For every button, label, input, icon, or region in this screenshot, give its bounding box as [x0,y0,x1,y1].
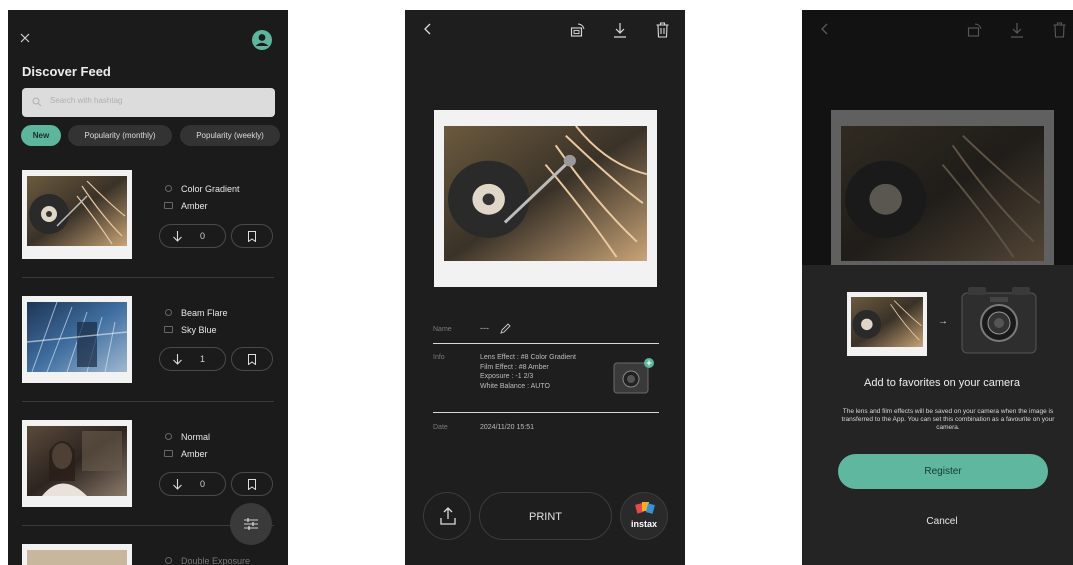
download-arrow-icon [173,479,182,490]
search-input[interactable]: Search with hashtag [22,88,275,117]
back-icon [820,23,828,35]
info-line-film: Film Effect : #8 Amber [480,363,549,371]
discover-feed-screen: Discover Feed Search with hashtag New Po… [8,10,288,565]
download-arrow-icon [173,354,182,365]
photo-thumbnail[interactable] [22,420,132,507]
favorite-sheet-screen: → Add to favorites on your camera The le… [802,10,1073,565]
lens-effect: Normal [181,432,211,442]
divider [22,277,274,278]
filter-popularity-monthly[interactable]: Popularity (monthly) [68,125,172,146]
film-icon [164,326,173,333]
profile-icon[interactable] [251,29,273,51]
bookmark-icon [248,479,256,490]
divider [433,412,659,413]
instax-button[interactable]: instax [620,492,668,540]
lens-icon [165,433,172,440]
name-value: --- [480,323,489,333]
download-button[interactable]: 0 [159,224,226,248]
photo-image [27,550,127,565]
trash-icon [1053,22,1066,38]
sliders-icon [243,516,259,532]
date-value: 2024/11/20 15:51 [480,424,534,431]
download-button[interactable]: 1 [159,347,226,371]
film-effect: Amber [181,449,208,459]
bottom-sheet: → Add to favorites on your camera The le… [802,265,1073,565]
photo-thumbnail[interactable] [22,296,132,383]
camera-illustration [960,285,1038,362]
divider [433,343,659,344]
info-line-white-balance: White Balance : AUTO [480,382,550,390]
info-label: Info [433,354,445,361]
film-effect: Amber [181,201,208,211]
arrow-indicator: → [938,316,948,327]
edit-pencil-icon[interactable] [500,323,511,334]
download-button[interactable]: 0 [159,472,226,496]
rotate-icon [967,22,983,38]
search-icon [32,97,42,107]
share-button[interactable] [423,492,471,540]
bookmark-button[interactable] [231,347,273,371]
film-effect: Sky Blue [181,325,217,335]
photo-image [851,297,923,348]
photo-image [27,176,127,246]
camera-favorite-button[interactable] [612,357,658,402]
close-icon[interactable] [20,33,30,43]
photo-image [444,126,647,261]
film-icon [164,202,173,209]
download-count: 0 [200,479,206,489]
share-icon [440,507,456,525]
photo-detail-screen: Name --- Info Lens Effect : #8 Color Gra… [405,10,685,565]
camera-icon [613,358,654,394]
cancel-button[interactable]: Cancel [802,516,1073,527]
filter-popularity-weekly[interactable]: Popularity (weekly) [180,125,280,146]
info-line-lens: Lens Effect : #8 Color Gradient [480,354,576,361]
photo-image [27,426,127,496]
back-icon[interactable] [423,23,431,35]
instax-label: instax [630,519,657,529]
name-label: Name [433,326,452,333]
bookmark-button[interactable] [231,224,273,248]
download-icon[interactable] [613,22,627,38]
photo-image [27,302,127,372]
download-count: 0 [200,231,206,241]
download-icon [1010,22,1024,38]
lens-icon [165,185,172,192]
info-details: Lens Effect : #8 Color Gradient Film Eff… [480,353,576,391]
lens-icon [165,309,172,316]
print-button[interactable]: PRINT [479,492,612,540]
photo-thumbnail[interactable] [22,170,132,259]
filter-new[interactable]: New [21,125,61,146]
instax-logo-icon [634,501,656,517]
divider [22,401,274,402]
search-placeholder: Search with hashtag [50,96,123,105]
rotate-icon[interactable] [570,22,586,38]
lens-effect: Beam Flare [181,308,228,318]
register-button[interactable]: Register [838,454,1048,489]
filter-settings-button[interactable] [230,503,272,545]
print-label: PRINT [529,511,562,523]
date-label: Date [433,424,448,431]
page-title: Discover Feed [22,64,111,79]
bookmark-icon [248,354,256,365]
lens-effect: Color Gradient [181,184,240,194]
photo-image [841,126,1044,261]
photo-preview[interactable] [434,110,657,287]
bookmark-button[interactable] [231,472,273,496]
photo-preview [831,110,1054,287]
film-icon [164,450,173,457]
bookmark-icon [248,231,256,242]
sheet-description: The lens and film effects will be saved … [841,408,1055,431]
sheet-title: Add to favorites on your camera [864,377,1020,389]
lens-icon [165,557,172,564]
download-count: 1 [200,354,206,364]
photo-thumbnail [847,292,927,356]
photo-thumbnail[interactable] [22,544,132,565]
trash-icon[interactable] [656,22,669,38]
camera-icon [961,287,1037,354]
lens-effect: Double Exposure [181,556,251,565]
info-line-exposure: Exposure : -1 2/3 [480,373,534,380]
download-arrow-icon [173,231,182,242]
